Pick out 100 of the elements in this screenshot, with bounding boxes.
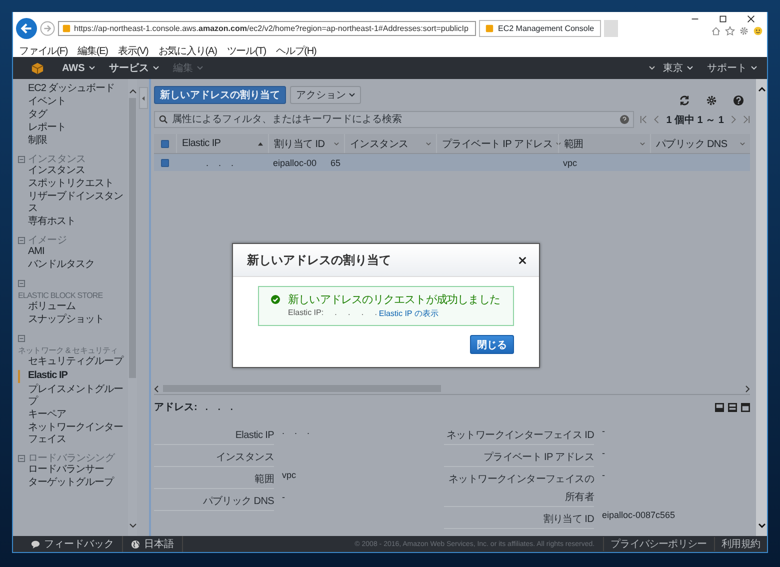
page-scrollbar[interactable] — [756, 79, 767, 536]
column-header[interactable]: パブリック DNS — [650, 134, 750, 153]
field-label: ネットワークインターフェイス ID — [446, 430, 594, 441]
scroll-down-icon[interactable] — [128, 523, 136, 528]
close-button[interactable]: 閉じる — [470, 335, 514, 354]
forward-button[interactable] — [40, 20, 55, 36]
layout-split-icon[interactable] — [728, 402, 737, 412]
menu-item[interactable]: ヘルプ(H) — [276, 44, 316, 58]
first-page-icon[interactable] — [640, 115, 648, 124]
cube-logo-icon[interactable] — [31, 62, 44, 74]
sidebar-item[interactable]: インスタンス — [18, 165, 128, 178]
menu-item[interactable]: お気に入り(A) — [158, 44, 217, 58]
field-label: プライベート IP アドレス — [483, 452, 594, 463]
back-button[interactable] — [16, 18, 37, 38]
refresh-icon[interactable] — [679, 95, 690, 106]
url-text: https://ap-northeast-1.console.aws.amazon.com/ec2/v2/home?region=ap-northeast-1#Addresses:sort=publicIp — [74, 24, 468, 32]
sidebar-item[interactable]: EC2 ダッシュボード — [18, 83, 128, 96]
table-row[interactable]: . . . eipalloc-00 65 vpc — [154, 154, 750, 171]
layout-top-icon[interactable] — [741, 402, 750, 412]
sidebar-item[interactable]: リザーブドインスタンス — [18, 191, 128, 216]
sidebar-item[interactable]: AMI — [18, 246, 128, 259]
previous-page-icon[interactable] — [653, 115, 660, 124]
column-header[interactable]: 割り当て ID — [268, 134, 344, 153]
sidebar-item[interactable]: 専有ホスト — [18, 216, 128, 229]
menu-item[interactable]: ファイル(F) — [19, 44, 68, 58]
check-circle-icon — [271, 295, 280, 304]
sidebar-item[interactable]: タグ — [18, 109, 128, 122]
scroll-up-icon[interactable] — [758, 87, 766, 92]
address-bar[interactable]: https://ap-northeast-1.console.aws.amazon.com/ec2/v2/home?region=ap-northeast-1#Addresses:sort=publicIp — [58, 20, 476, 36]
footer-link[interactable]: 利用規約 — [714, 537, 767, 551]
sidebar-item[interactable]: プレイスメントグループ — [18, 384, 128, 409]
language-selector[interactable]: 日本語 — [123, 536, 183, 552]
column-header[interactable]: プライベート IP アドレス — [436, 134, 558, 153]
column-header[interactable]: Elastic IP — [176, 134, 268, 153]
nav-menu[interactable]: 東京 — [663, 61, 693, 75]
help-icon[interactable] — [620, 115, 630, 124]
help-icon[interactable] — [733, 95, 744, 106]
select-all-checkbox[interactable] — [161, 140, 169, 148]
menu-item[interactable]: 表示(V) — [118, 44, 148, 58]
sidebar-item[interactable]: スポットリクエスト — [18, 178, 128, 191]
menu-item[interactable]: 編集(E) — [78, 44, 108, 58]
sidebar-item[interactable]: 制限 — [18, 135, 128, 148]
close-icon[interactable] — [747, 15, 755, 23]
column-header[interactable]: インスタンス — [344, 134, 436, 153]
nav-menu[interactable]: サービス — [108, 61, 159, 75]
nav-menu[interactable]: サポート — [707, 61, 757, 75]
table-cell: . . . — [206, 158, 234, 168]
sidebar-item[interactable]: スナップショット — [18, 314, 128, 327]
nav-menu[interactable]: AWS — [62, 62, 95, 74]
search-field[interactable]: 属性によるフィルタ、またはキーワードによる検索 — [154, 111, 634, 128]
sidebar-item[interactable]: ロードバランサー — [18, 464, 128, 477]
field-value: . . . — [282, 425, 310, 437]
caret-icon — [687, 66, 693, 70]
collapse-icon[interactable] — [18, 156, 25, 163]
section-heading: ネットワーク & セキュリティ — [18, 345, 119, 356]
scroll-down-icon[interactable] — [758, 523, 766, 528]
caret-icon — [196, 66, 203, 70]
layout-bottom-icon[interactable] — [715, 402, 724, 412]
search-input[interactable]: 属性によるフィルタ、またはキーワードによる検索 — [172, 114, 616, 125]
sidebar-item[interactable]: バンドルタスク — [18, 259, 128, 272]
table-cell: vpc — [563, 158, 578, 168]
dialog-title: 新しいアドレスの割り当て — [247, 252, 391, 268]
settings-icon[interactable] — [706, 95, 717, 106]
footer-link[interactable]: プライバシーポリシー — [602, 537, 714, 551]
close-icon[interactable] — [518, 256, 527, 264]
collapse-sidebar-button[interactable] — [139, 87, 148, 109]
column-header[interactable]: 範囲 — [558, 134, 650, 153]
smiley-icon[interactable] — [753, 26, 763, 36]
collapse-icon[interactable] — [18, 237, 25, 244]
row-checkbox[interactable] — [161, 158, 169, 166]
maximize-icon[interactable] — [719, 15, 727, 23]
feedback-link[interactable]: フィードバック — [23, 536, 123, 552]
menu-item[interactable]: ツール(T) — [226, 44, 266, 58]
last-page-icon[interactable] — [743, 115, 750, 124]
sidebar-item[interactable]: ボリューム — [18, 301, 128, 314]
actions-button[interactable]: アクション — [290, 86, 361, 104]
sidebar-item[interactable]: イベント — [18, 96, 128, 109]
field-label: 割り当て ID — [543, 514, 594, 525]
star-icon[interactable] — [725, 26, 735, 36]
sidebar-item[interactable]: レポート — [18, 122, 128, 135]
collapse-icon[interactable] — [18, 455, 25, 462]
scroll-left-icon[interactable] — [154, 384, 159, 392]
collapse-icon[interactable] — [18, 280, 25, 287]
allocate-address-button[interactable]: 新しいアドレスの割り当て — [154, 86, 286, 104]
scroll-up-icon[interactable] — [128, 89, 136, 94]
collapse-left-icon — [142, 96, 145, 100]
details-heading-value: . . . — [205, 402, 233, 412]
browser-tab[interactable]: EC2 Management Console — [479, 20, 601, 36]
caret-icon[interactable] — [649, 66, 655, 70]
scrollbar[interactable] — [128, 79, 137, 536]
sidebar-item[interactable]: キーペア — [18, 409, 128, 422]
scroll-right-icon[interactable] — [745, 384, 750, 392]
sidebar-item[interactable]: ターゲットグループ — [18, 477, 128, 490]
sidebar-item[interactable]: セキュリティグループ — [18, 356, 128, 369]
next-page-icon[interactable] — [730, 115, 737, 124]
sidebar-item[interactable]: ネットワークインターフェイス — [18, 422, 128, 447]
collapse-icon[interactable] — [18, 335, 25, 342]
horizontal-scrollbar[interactable] — [154, 383, 750, 395]
view-elastic-ip-link[interactable]: Elastic IP の表示 — [378, 308, 438, 319]
caret-icon — [88, 66, 95, 70]
